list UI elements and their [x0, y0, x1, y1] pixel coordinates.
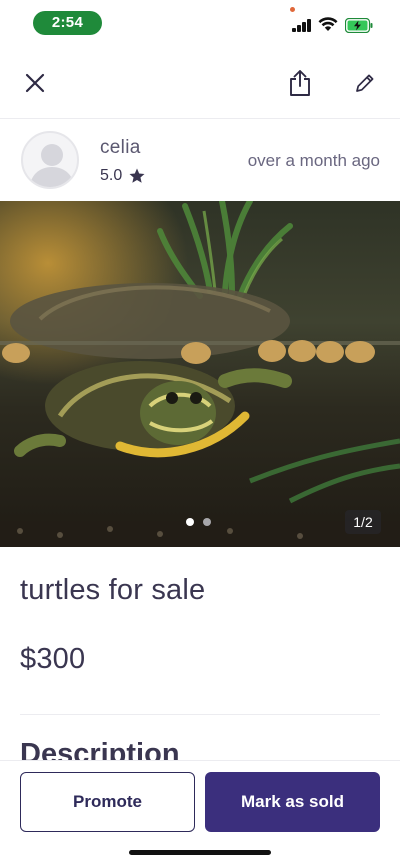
rating-value: 5.0: [100, 167, 123, 184]
turtle-photo: [0, 201, 400, 547]
promote-button[interactable]: Promote: [20, 772, 195, 832]
edit-pencil-icon[interactable]: [348, 66, 382, 100]
status-bar: 2:54: [0, 0, 400, 46]
photo-counter: 1/2: [345, 510, 381, 534]
posted-time: over a month ago: [247, 151, 380, 170]
battery-charging-icon: [345, 18, 373, 33]
listing-photo[interactable]: [0, 201, 400, 547]
seller-rating: 5.0: [100, 167, 146, 185]
status-time: 2:54: [33, 11, 102, 35]
mark-as-sold-button[interactable]: Mark as sold: [205, 772, 380, 832]
listing-price: $300: [20, 643, 86, 675]
share-icon[interactable]: [282, 64, 318, 102]
top-nav: [0, 56, 400, 112]
star-icon: [129, 168, 145, 183]
recording-dot-icon: [290, 7, 295, 12]
nav-divider: [0, 118, 400, 119]
home-indicator[interactable]: [129, 850, 271, 855]
wifi-icon: [318, 17, 338, 31]
listing-title: turtles for sale: [20, 574, 206, 606]
details-divider: [20, 714, 380, 715]
carousel-dot-active[interactable]: [186, 518, 194, 526]
seller-avatar[interactable]: [21, 131, 79, 189]
carousel-dots[interactable]: [186, 518, 211, 526]
cellular-signal-icon: [292, 19, 312, 32]
close-icon[interactable]: [18, 66, 52, 100]
seller-name[interactable]: celia: [100, 137, 141, 159]
seller-info[interactable]: celia 5.0 over a month ago: [0, 121, 400, 201]
carousel-dot[interactable]: [203, 518, 211, 526]
